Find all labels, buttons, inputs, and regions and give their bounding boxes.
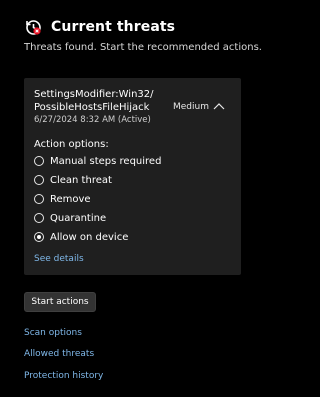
radio-button[interactable] [34,194,44,204]
radio-button[interactable] [34,175,44,185]
threat-name-line1: SettingsModifier:Win32/ [34,89,154,100]
start-actions-button[interactable]: Start actions [24,292,96,312]
see-details-link[interactable]: See details [34,254,84,264]
chevron-up-icon[interactable] [213,102,225,110]
radio-label: Remove [50,193,91,205]
allowed-threats-link[interactable]: Allowed threats [24,349,94,359]
scan-options-link[interactable]: Scan options [24,328,82,338]
radio-label: Quarantine [50,212,107,224]
threat-card: SettingsModifier:Win32/ PossibleHostsFil… [24,78,241,275]
radio-button[interactable] [34,213,44,223]
radio-label: Allow on device [50,231,129,243]
threat-date: 6/27/2024 8:32 AM (Active) [34,115,151,125]
threat-history-icon [26,20,41,35]
radio-quarantine[interactable]: Quarantine [34,211,106,225]
radio-button-selected[interactable] [34,232,44,242]
severity-label: Medium [173,102,209,112]
radio-button[interactable] [34,156,44,166]
page-subtitle: Threats found. Start the recommended act… [24,42,262,53]
page-header: Current threats [24,18,175,36]
radio-clean-threat[interactable]: Clean threat [34,173,112,187]
radio-allow-on-device[interactable]: Allow on device [34,230,128,244]
radio-label: Manual steps required [50,155,162,167]
radio-manual-steps[interactable]: Manual steps required [34,154,161,168]
threat-name[interactable]: SettingsModifier:Win32/ PossibleHostsFil… [34,88,154,114]
radio-remove[interactable]: Remove [34,192,91,206]
page-title: Current threats [51,19,176,35]
protection-history-link[interactable]: Protection history [24,371,103,381]
action-options-label: Action options: [34,139,109,150]
radio-label: Clean threat [50,174,112,186]
threat-name-line2: PossibleHostsFileHijack [34,102,150,113]
